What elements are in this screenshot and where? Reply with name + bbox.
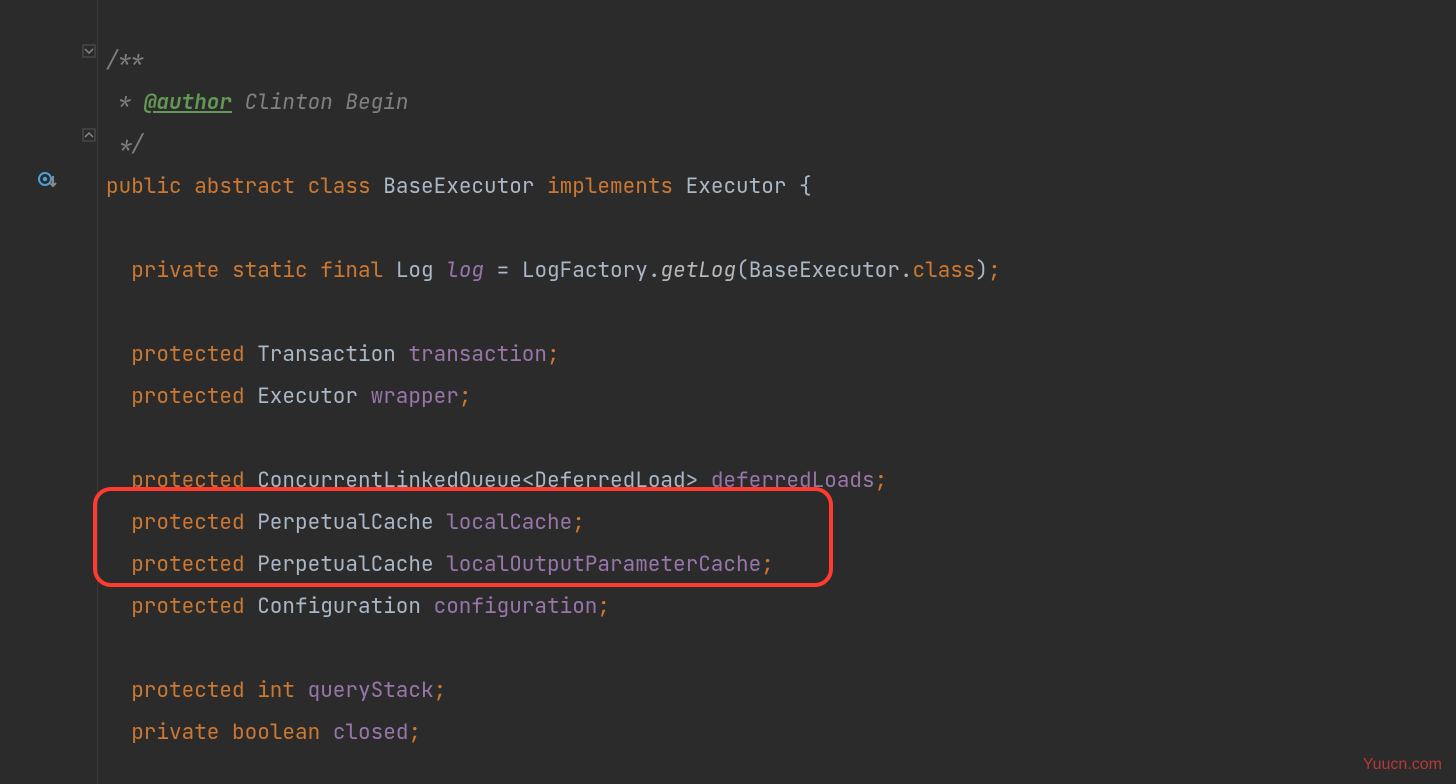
code-line: private boolean closed;: [98, 712, 1456, 754]
code-line: [98, 292, 1456, 334]
code-line: protected ConcurrentLinkedQueue<Deferred…: [98, 460, 1456, 502]
code-editor[interactable]: /** * @author Clinton Begin */ public ab…: [0, 0, 1456, 784]
code-line: [98, 208, 1456, 250]
code-line: /**: [98, 40, 1456, 82]
code-line: protected PerpetualCache localCache;: [98, 502, 1456, 544]
code-line: protected Executor wrapper;: [98, 376, 1456, 418]
code-line: private static final Log log = LogFactor…: [98, 250, 1456, 292]
code-line: [98, 628, 1456, 670]
fold-icon-open[interactable]: [82, 44, 96, 63]
code-line: protected Transaction transaction;: [98, 334, 1456, 376]
code-line: protected PerpetualCache localOutputPara…: [98, 544, 1456, 586]
code-line: protected int queryStack;: [98, 670, 1456, 712]
code-line: */: [98, 124, 1456, 166]
gutter: [0, 0, 98, 784]
code-line: public abstract class BaseExecutor imple…: [98, 166, 1456, 208]
code-line: [98, 418, 1456, 460]
implements-icon[interactable]: [36, 170, 58, 199]
fold-icon-close[interactable]: [82, 128, 96, 147]
code-area[interactable]: /** * @author Clinton Begin */ public ab…: [98, 0, 1456, 784]
code-line: protected Configuration configuration;: [98, 586, 1456, 628]
watermark: Yuucn.com: [1363, 756, 1442, 774]
code-line: * @author Clinton Begin: [98, 82, 1456, 124]
